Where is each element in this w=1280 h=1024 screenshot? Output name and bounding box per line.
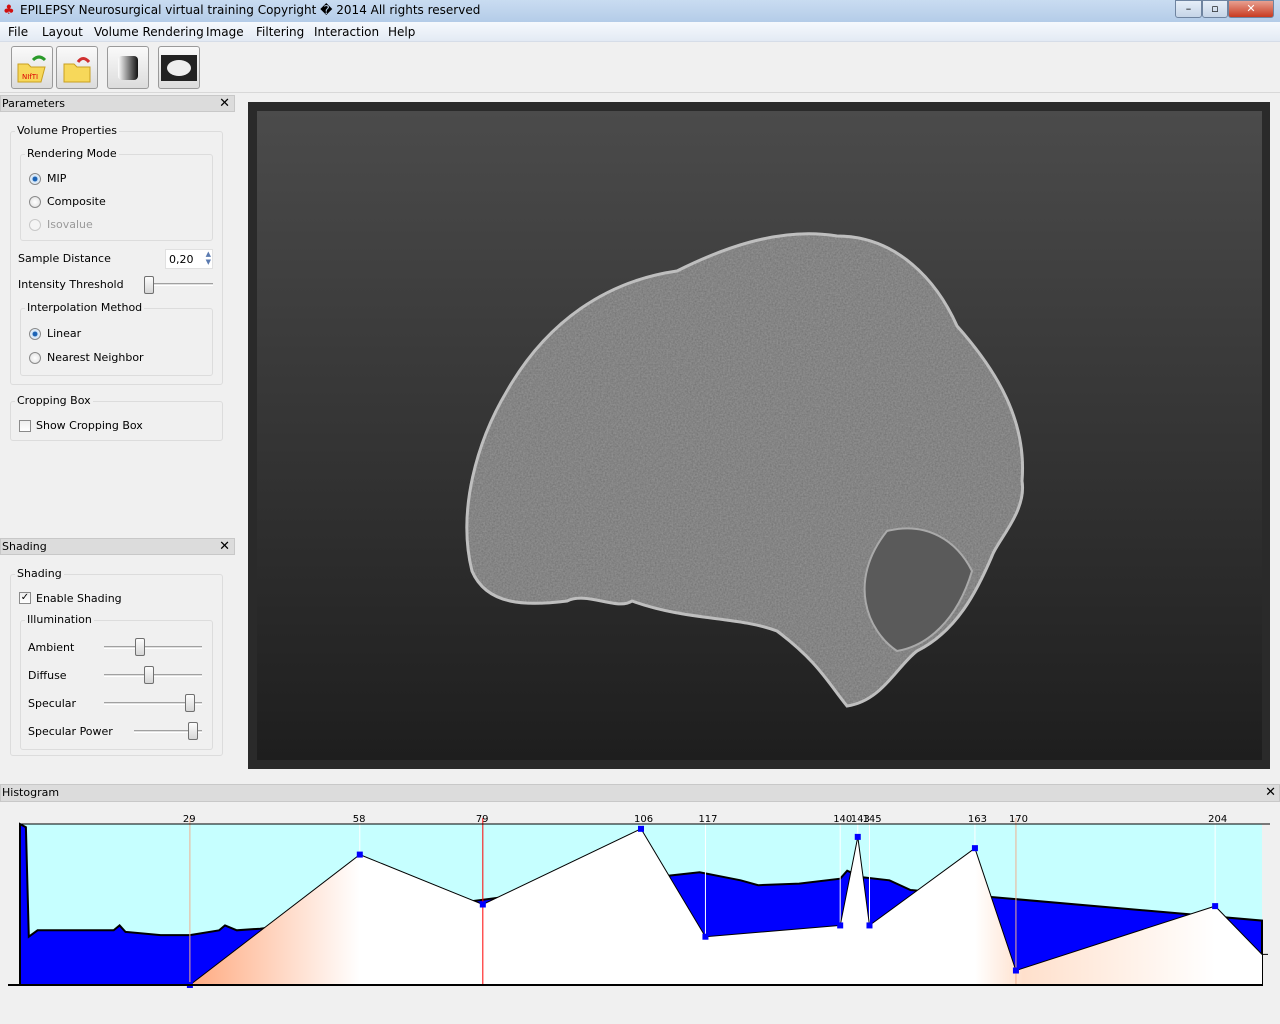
open-folder-button[interactable] [56, 46, 98, 89]
control-point[interactable] [356, 851, 363, 858]
parameters-dock-header: Parameters ✕ [0, 95, 235, 112]
linear-radio[interactable] [29, 328, 41, 340]
specular-slider[interactable] [185, 694, 195, 712]
control-point[interactable] [866, 922, 873, 929]
specular-power-slider[interactable] [188, 722, 198, 740]
menu-file[interactable]: File [8, 25, 28, 39]
interpolation-label: Interpolation Method [25, 301, 145, 314]
tick-label: 145 [862, 814, 881, 825]
spin-arrows-icon[interactable]: ▲ ▼ [206, 250, 211, 266]
menu-image[interactable]: Image [206, 25, 244, 39]
open-folder-icon [63, 56, 91, 82]
nifti-badge: NIfTI [22, 73, 38, 81]
gradient-icon [118, 55, 138, 80]
intensity-threshold-label: Intensity Threshold [18, 278, 124, 291]
specular-power-label: Specular Power [28, 725, 113, 738]
enable-shading-label: Enable Shading [36, 592, 122, 605]
control-point[interactable] [702, 933, 709, 940]
tick-label: 58 [353, 814, 366, 825]
isovalue-label: Isovalue [47, 218, 93, 231]
control-point[interactable] [1012, 967, 1019, 974]
sample-distance-value: 0,20 [169, 253, 194, 266]
rendering-mode-label: Rendering Mode [25, 147, 119, 160]
tick-label: 79 [476, 814, 489, 825]
tick-label: 106 [634, 814, 653, 825]
sample-distance-spinbox[interactable]: 0,20 ▲ ▼ [165, 249, 213, 269]
isovalue-radio[interactable] [29, 219, 41, 231]
brain-icon [161, 54, 197, 81]
tick-label: 29 [183, 814, 196, 825]
linear-label: Linear [47, 327, 82, 340]
intensity-threshold-track[interactable] [145, 283, 213, 286]
enable-shading-checkbox[interactable]: ✓ [19, 592, 31, 604]
nearest-neighbor-label: Nearest Neighbor [47, 351, 144, 364]
minimize-button[interactable]: – [1175, 0, 1202, 18]
histogram-title: Histogram [2, 786, 60, 799]
sample-distance-label: Sample Distance [18, 252, 111, 265]
nearest-neighbor-radio[interactable] [29, 352, 41, 364]
open-nifti-icon: NIfTI [17, 55, 47, 82]
histogram-close-button[interactable]: ✕ [1265, 785, 1276, 801]
menu-layout[interactable]: Layout [42, 25, 83, 39]
ambient-label: Ambient [28, 641, 75, 654]
specular-label: Specular [28, 697, 77, 710]
control-point[interactable] [971, 845, 978, 852]
composite-radio[interactable] [29, 196, 41, 208]
brain-volume-render [465, 232, 1025, 708]
diffuse-slider[interactable] [144, 666, 154, 684]
close-button[interactable]: ✕ [1228, 0, 1274, 18]
menu-volume-rendering[interactable]: Volume Rendering [94, 25, 204, 39]
toolbar: NIfTI [0, 43, 1280, 93]
histogram-dock-header: Histogram ✕ [0, 784, 1280, 802]
gradient-button[interactable] [107, 46, 149, 89]
menu-interaction[interactable]: Interaction [314, 25, 379, 39]
menu-help[interactable]: Help [388, 25, 415, 39]
shading-close-button[interactable]: ✕ [219, 539, 230, 554]
composite-label: Composite [47, 195, 106, 208]
tick-label: 117 [698, 814, 717, 825]
shading-title: Shading [2, 540, 47, 553]
window-title: EPILEPSY Neurosurgical virtual training … [20, 3, 481, 17]
tick-label: 170 [1009, 814, 1028, 825]
diffuse-label: Diffuse [28, 669, 67, 682]
tick-label: 204 [1208, 814, 1227, 825]
control-point[interactable] [638, 825, 644, 832]
parameters-close-button[interactable]: ✕ [219, 96, 230, 111]
title-bar: ♣ EPILEPSY Neurosurgical virtual trainin… [0, 0, 1280, 22]
maximize-button[interactable]: ▫ [1202, 0, 1228, 18]
illumination-label: Illumination [25, 613, 94, 626]
parameters-title: Parameters [2, 97, 65, 110]
volume-properties-label: Volume Properties [15, 124, 119, 137]
control-point[interactable] [479, 901, 486, 908]
cropping-box-label: Cropping Box [15, 394, 93, 407]
shading-group-label: Shading [15, 567, 64, 580]
tick-label: 163 [968, 814, 987, 825]
mip-label: MIP [47, 172, 67, 185]
transfer-function-chart[interactable]: 29 58 79 106 117 140143145 163 170 204 [0, 806, 1280, 996]
show-cropping-box-label: Show Cropping Box [36, 419, 143, 432]
brain-shape [465, 232, 1025, 708]
control-point[interactable] [1212, 903, 1219, 910]
ambient-track[interactable] [104, 646, 202, 649]
interpolation-group [20, 308, 213, 376]
mip-radio[interactable] [29, 173, 41, 185]
control-point[interactable] [837, 922, 844, 929]
control-point[interactable] [854, 833, 861, 840]
menu-bar: File Layout Volume Rendering Image Filte… [0, 22, 1280, 42]
render-canvas[interactable] [257, 111, 1262, 760]
show-cropping-box-checkbox[interactable] [19, 420, 31, 432]
brain-render-button[interactable] [158, 46, 200, 89]
open-nifti-button[interactable]: NIfTI [11, 46, 53, 89]
menu-filtering[interactable]: Filtering [256, 25, 304, 39]
intensity-threshold-slider[interactable] [144, 276, 154, 294]
render-viewport[interactable] [248, 102, 1270, 769]
shading-dock-header: Shading ✕ [0, 538, 235, 555]
tick-label: 140 [833, 814, 852, 825]
ambient-slider[interactable] [135, 638, 145, 656]
app-brain-icon: ♣ [3, 3, 15, 18]
